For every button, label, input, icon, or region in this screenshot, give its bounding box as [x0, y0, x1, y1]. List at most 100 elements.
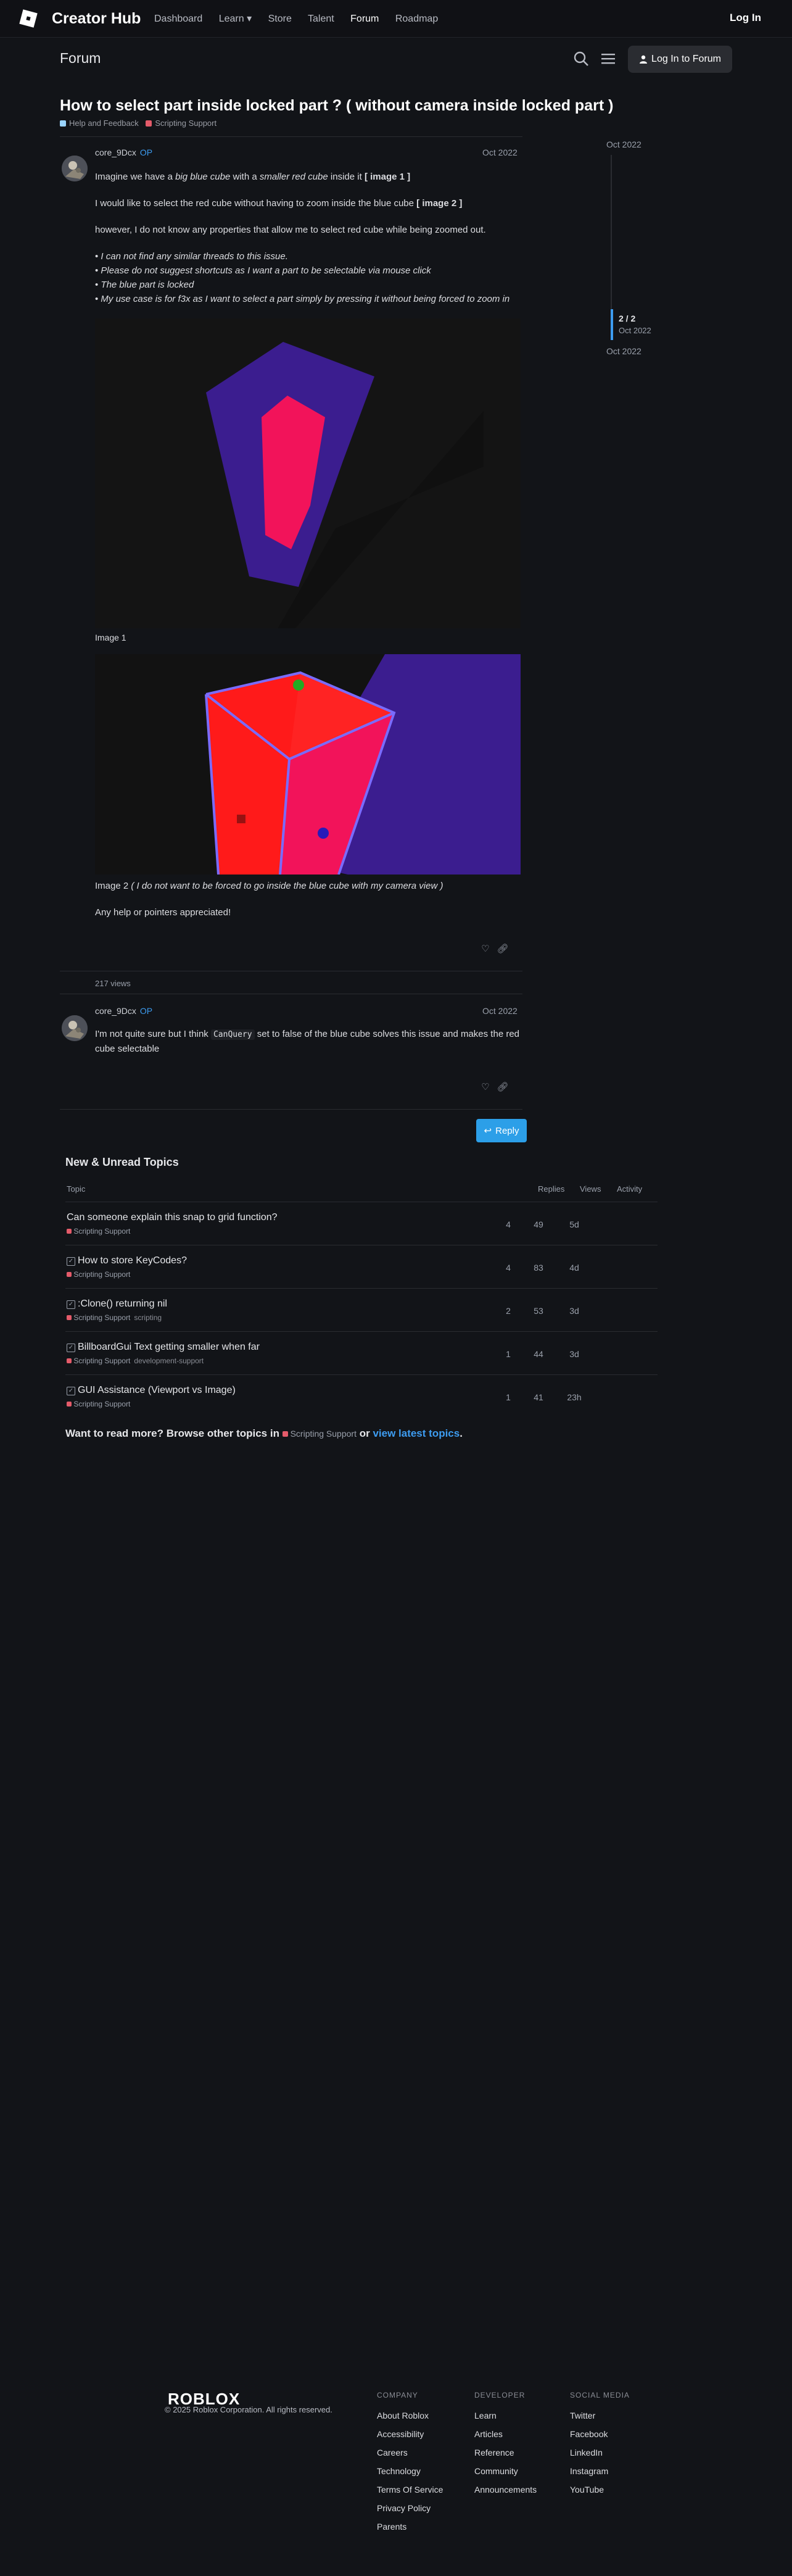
reply-count: 4 [506, 1263, 511, 1273]
activity-age[interactable]: 23h [559, 1392, 590, 1402]
hamburger-menu-icon[interactable] [600, 51, 616, 67]
topic-tag[interactable]: development-support [134, 1357, 204, 1365]
header-activity: Activity [617, 1184, 643, 1194]
bullet-list: I can not find any similar threads to th… [95, 249, 521, 306]
footer-column-developer: DEVELOPER Learn Articles Reference Commu… [474, 2391, 537, 2503]
topic-category[interactable]: Scripting Support [67, 1270, 130, 1279]
topic-link[interactable]: Can someone explain this snap to grid fu… [67, 1212, 278, 1223]
like-icon[interactable]: ♡ [477, 943, 494, 954]
table-row[interactable]: ✓ BillboardGui Text getting smaller when … [65, 1331, 658, 1375]
activity-age[interactable]: 4d [559, 1263, 590, 1273]
timeline-post-count: 2 / 2 [619, 314, 636, 323]
post-paragraph: I would like to select the red cube with… [95, 198, 463, 209]
brand-name[interactable]: Creator Hub [52, 10, 141, 28]
reply-count: 1 [506, 1392, 511, 1402]
footer-link[interactable]: Facebook [570, 2429, 630, 2439]
footer-link[interactable]: Instagram [570, 2466, 630, 2476]
view-latest-topics-link[interactable]: view latest topics [373, 1427, 460, 1439]
image-2-caption: Image 2 ( I do not want to be forced to … [95, 881, 443, 891]
category-label: Scripting Support [155, 118, 217, 128]
login-to-forum-button[interactable]: Log In to Forum [628, 46, 732, 73]
post-image-1[interactable] [95, 318, 521, 628]
topic-category[interactable]: Scripting Support development-support [67, 1357, 204, 1365]
image-1-caption: Image 1 [95, 633, 126, 642]
footer-link[interactable]: Learn [474, 2411, 537, 2420]
topic-link[interactable]: ✓ How to store KeyCodes? [67, 1255, 187, 1266]
topic-link[interactable]: ✓ BillboardGui Text getting smaller when … [67, 1342, 260, 1353]
search-icon[interactable] [573, 51, 589, 67]
topic-category[interactable]: Scripting Support [67, 1227, 130, 1236]
post-author[interactable]: core_9Dcx OP [95, 1006, 152, 1016]
footer-link[interactable]: Privacy Policy [377, 2503, 443, 2513]
login-link[interactable]: Log In [730, 12, 761, 24]
timeline-handle[interactable] [611, 309, 613, 340]
footer-link[interactable]: Technology [377, 2466, 443, 2476]
topic-category[interactable]: Scripting Support [67, 1400, 130, 1408]
like-icon[interactable]: ♡ [477, 1081, 494, 1092]
footer-link[interactable]: YouTube [570, 2485, 630, 2495]
avatar[interactable] [62, 1015, 88, 1041]
reply-icon: ↩ [484, 1126, 492, 1136]
nav-link-learn[interactable]: Learn ▾ [219, 14, 252, 24]
table-row[interactable]: ✓ How to store KeyCodes? Scripting Suppor… [65, 1245, 658, 1289]
table-row[interactable]: ✓:Clone() returning nil Scripting Suppor… [65, 1288, 658, 1332]
roblox-logo-icon[interactable] [19, 9, 38, 28]
footer-link[interactable]: Reference [474, 2448, 537, 2458]
footer-link[interactable]: Careers [377, 2448, 443, 2458]
nav-link-dashboard[interactable]: Dashboard [154, 14, 202, 24]
list-item: The blue part is locked [95, 278, 521, 292]
footer-link[interactable]: Articles [474, 2429, 537, 2439]
post-actions: ♡ 🔗︎ [477, 1081, 511, 1092]
author-name[interactable]: core_9Dcx [95, 147, 136, 157]
forum-title[interactable]: Forum [60, 50, 101, 66]
post-date[interactable]: Oct 2022 [482, 1006, 518, 1016]
activity-age[interactable]: 3d [559, 1349, 590, 1359]
topic-link[interactable]: ✓ GUI Assistance (Viewport vs Image) [67, 1385, 236, 1396]
category-color-swatch [60, 120, 66, 127]
solved-check-icon: ✓ [67, 1300, 75, 1309]
share-link-icon[interactable]: 🔗︎ [494, 1081, 511, 1092]
read-more-category[interactable]: Scripting Support [282, 1429, 357, 1439]
timeline-start-date[interactable]: Oct 2022 [606, 139, 641, 149]
footer-link[interactable]: Parents [377, 2522, 443, 2532]
activity-age[interactable]: 5d [559, 1219, 590, 1229]
footer-link[interactable]: Twitter [570, 2411, 630, 2420]
post-body-footer: Image 2 ( I do not want to be forced to … [95, 879, 521, 932]
topic-link[interactable]: ✓:Clone() returning nil [67, 1298, 167, 1310]
footer-link[interactable]: Accessibility [377, 2429, 443, 2439]
nav-link-roadmap[interactable]: Roadmap [395, 14, 438, 24]
post-date[interactable]: Oct 2022 [482, 147, 518, 157]
category-color-swatch [146, 120, 152, 127]
footer-link[interactable]: Terms Of Service [377, 2485, 443, 2495]
reply-count: 4 [506, 1219, 511, 1229]
category-help-and-feedback[interactable]: Help and Feedback [60, 118, 139, 128]
topic-tag[interactable]: scripting [134, 1313, 162, 1322]
footer-link[interactable]: Community [474, 2466, 537, 2476]
activity-age[interactable]: 3d [559, 1306, 590, 1316]
category-scripting-support[interactable]: Scripting Support [146, 118, 217, 128]
post-image-2[interactable] [95, 654, 521, 875]
solved-check-icon: ✓ [67, 1257, 75, 1266]
footer-column-heading: COMPANY [377, 2391, 418, 2399]
footer-link[interactable]: Announcements [474, 2485, 537, 2495]
header-topic: Topic [67, 1184, 86, 1194]
footer-link[interactable]: LinkedIn [570, 2448, 630, 2458]
nav-link-forum[interactable]: Forum [350, 14, 379, 24]
post-author[interactable]: core_9Dcx OP [95, 147, 152, 157]
op-badge: OP [139, 1006, 153, 1016]
reply-button[interactable]: ↩ Reply [476, 1119, 527, 1142]
nav-link-talent[interactable]: Talent [308, 14, 334, 24]
topic-views: 217 views [95, 979, 131, 988]
footer-column-heading: DEVELOPER [474, 2391, 526, 2399]
topic-title[interactable]: How to select part inside locked part ? … [60, 96, 738, 115]
timeline-end-date[interactable]: Oct 2022 [606, 346, 641, 356]
avatar-image [62, 156, 88, 181]
topic-category[interactable]: Scripting Support scripting [67, 1313, 162, 1322]
avatar[interactable] [62, 156, 88, 181]
nav-link-store[interactable]: Store [268, 14, 292, 24]
share-link-icon[interactable]: 🔗︎ [494, 943, 511, 954]
author-name[interactable]: core_9Dcx [95, 1006, 136, 1016]
footer-link[interactable]: About Roblox [377, 2411, 443, 2420]
table-row[interactable]: ✓ GUI Assistance (Viewport vs Image) Scri… [65, 1374, 658, 1418]
table-row[interactable]: Can someone explain this snap to grid fu… [65, 1202, 658, 1245]
